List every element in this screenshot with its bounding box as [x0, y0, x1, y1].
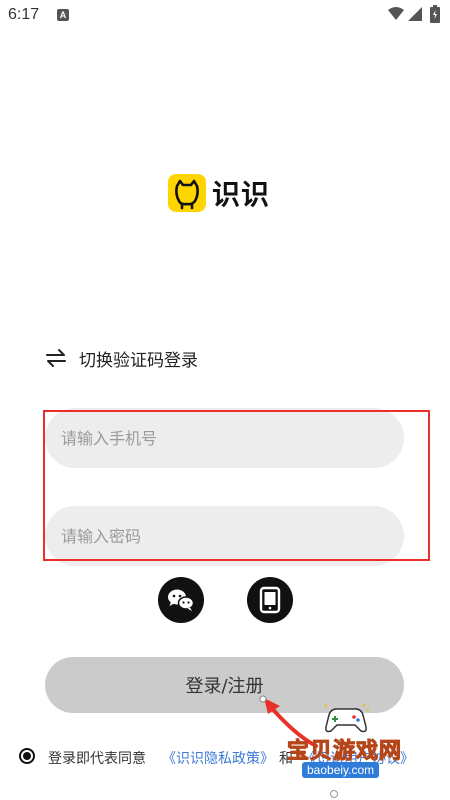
annotation-highlight-box	[43, 410, 430, 561]
switch-login-mode[interactable]: 切换验证码登录	[45, 344, 198, 372]
agreement-radio[interactable]	[19, 748, 35, 764]
wifi-icon	[388, 7, 404, 20]
gamepad-watermark-icon	[324, 703, 369, 733]
battery-icon	[430, 5, 440, 23]
app-name: 识识	[212, 178, 271, 211]
tablet-login-button[interactable]	[247, 577, 293, 623]
switch-mode-label: 切换验证码登录	[79, 350, 198, 371]
notification-a-icon: A	[57, 9, 69, 21]
watermark-url: baobeiy.com	[302, 762, 380, 778]
wechat-login-button[interactable]	[158, 577, 204, 623]
tablet-icon	[259, 586, 281, 614]
app-logo: 识识	[168, 173, 270, 213]
bottom-indicator	[330, 790, 338, 798]
signal-icon	[408, 7, 422, 21]
cat-logo-icon	[168, 174, 206, 212]
status-bar: 6:17 A	[0, 0, 450, 32]
agreement-prefix: 登录即代表同意	[48, 751, 146, 767]
watermark-title: 宝贝游戏网	[286, 739, 403, 765]
swap-arrows-icon	[46, 349, 66, 367]
status-time: 6:17	[8, 6, 40, 23]
wechat-icon	[168, 589, 195, 611]
